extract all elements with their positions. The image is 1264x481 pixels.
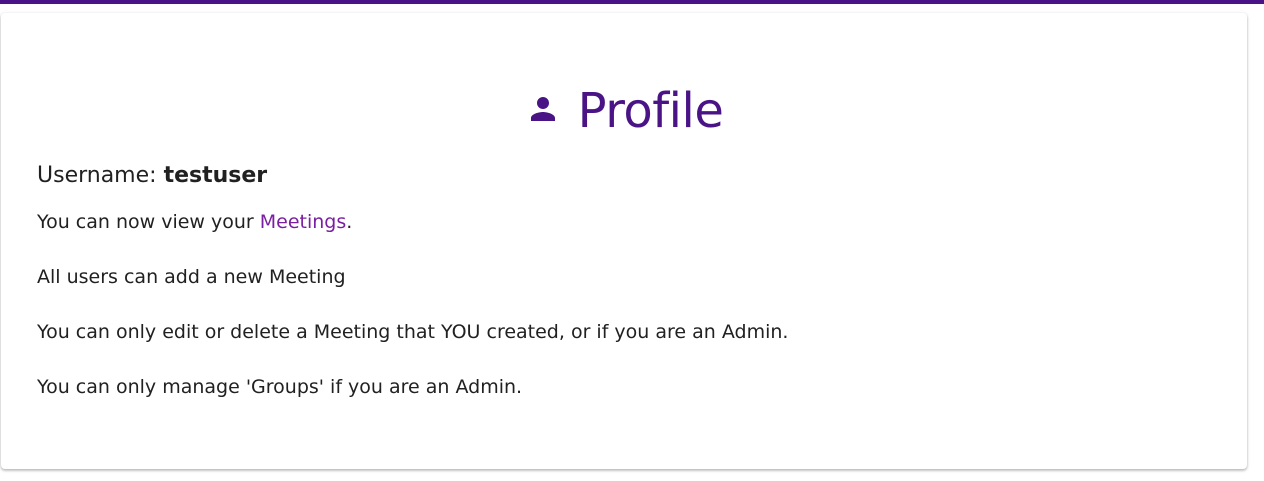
meetings-info-prefix: You can now view your (37, 211, 260, 233)
username-label: Username: (37, 163, 157, 188)
meetings-link[interactable]: Meetings (260, 211, 347, 233)
top-accent-bar (0, 0, 1264, 4)
edit-meeting-info: You can only edit or delete a Meeting th… (37, 321, 789, 343)
add-meeting-info: All users can add a new Meeting (37, 266, 346, 288)
meetings-info-suffix: . (346, 211, 353, 233)
username-value: testuser (163, 163, 268, 188)
meetings-info: You can now view your Meetings. (37, 207, 1217, 237)
person-icon (525, 91, 561, 127)
username-line: Username: testuser (37, 158, 1217, 194)
page-title-row: Profile (1, 83, 1247, 139)
page-title: Profile (577, 83, 724, 139)
profile-content: Username: testuser You can now view your… (37, 158, 1217, 427)
profile-card: Profile Username: testuser You can now v… (1, 13, 1247, 469)
manage-groups-info: You can only manage 'Groups' if you are … (37, 376, 523, 398)
